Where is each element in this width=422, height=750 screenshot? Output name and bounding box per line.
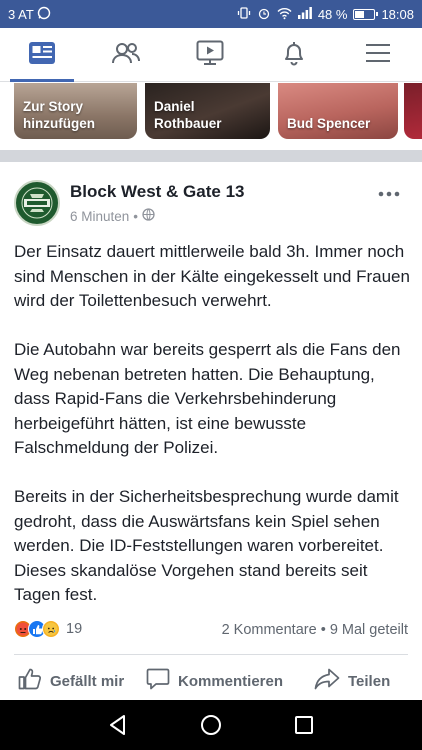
stories-row: Zur Story hinzufügen Daniel Rothbauer Bu… bbox=[0, 83, 422, 141]
avatar[interactable] bbox=[14, 180, 60, 226]
comment-label: Kommentieren bbox=[178, 672, 284, 690]
sad-reaction-icon bbox=[42, 620, 60, 638]
thumbs-up-icon bbox=[18, 668, 42, 694]
recents-button[interactable] bbox=[292, 713, 316, 737]
globe-icon bbox=[142, 208, 155, 224]
post-body: Der Einsatz dauert mittlerweile bald 3h.… bbox=[14, 240, 410, 632]
like-label: Gefällt mir bbox=[50, 672, 125, 690]
bell-icon bbox=[281, 40, 307, 71]
post-actions: Gefällt mir Kommentieren Teilen bbox=[0, 662, 422, 700]
hamburger-menu-icon bbox=[365, 43, 391, 68]
top-tab-bar bbox=[0, 28, 422, 82]
comment-button[interactable]: Kommentieren bbox=[146, 662, 283, 700]
vibrate-icon bbox=[237, 6, 251, 23]
battery-percent: 48 % bbox=[317, 7, 348, 22]
share-label: Teilen bbox=[348, 672, 391, 690]
home-button[interactable] bbox=[199, 713, 223, 737]
tab-watch[interactable] bbox=[168, 28, 252, 82]
post-stats: 2 Kommentare • 9 Mal geteilt bbox=[222, 622, 408, 638]
story-label-line1: Bud Spencer bbox=[287, 116, 371, 131]
back-button[interactable] bbox=[106, 713, 130, 737]
story-partial[interactable] bbox=[404, 83, 422, 139]
post-meta: 6 Minuten • bbox=[70, 208, 155, 224]
tab-friends[interactable] bbox=[84, 28, 168, 82]
post-paragraph: Die Autobahn war bereits gesperrt als di… bbox=[14, 340, 401, 457]
tab-news-feed[interactable] bbox=[0, 28, 84, 82]
story-daniel-rothbauer[interactable]: Daniel Rothbauer bbox=[145, 83, 270, 139]
whatsapp-icon bbox=[37, 6, 51, 23]
comment-icon bbox=[146, 668, 170, 694]
story-label-line2: Rothbauer bbox=[154, 116, 222, 131]
shares-count[interactable]: 9 Mal geteilt bbox=[330, 622, 408, 638]
post-paragraph: Bereits in der Sicherheitsbesprechung wu… bbox=[14, 487, 399, 604]
story-label-line1: Daniel bbox=[154, 99, 195, 114]
share-arrow-icon bbox=[314, 668, 340, 694]
battery-icon bbox=[353, 9, 379, 20]
reaction-summary[interactable]: 19 bbox=[14, 620, 82, 638]
story-label-line1: Zur Story bbox=[23, 99, 84, 114]
share-button[interactable]: Teilen bbox=[314, 662, 390, 700]
video-icon bbox=[196, 40, 224, 71]
news-feed-icon bbox=[28, 41, 56, 70]
divider bbox=[14, 654, 408, 655]
more-options-icon[interactable] bbox=[378, 180, 400, 203]
story-label: Daniel Rothbauer bbox=[154, 98, 222, 132]
carrier-label: 3 AT bbox=[8, 7, 34, 22]
story-add[interactable]: Zur Story hinzufügen bbox=[14, 83, 137, 139]
reaction-count: 19 bbox=[66, 621, 83, 637]
post-time[interactable]: 6 Minuten bbox=[70, 209, 129, 224]
tab-menu[interactable] bbox=[336, 28, 420, 82]
story-label: Zur Story hinzufügen bbox=[23, 98, 95, 132]
status-bar: 3 AT 48 % 18:08 bbox=[0, 0, 422, 28]
clock: 18:08 bbox=[381, 7, 414, 22]
meta-separator: • bbox=[133, 208, 139, 224]
story-bud-spencer[interactable]: Bud Spencer bbox=[278, 83, 398, 139]
stats-separator: • bbox=[320, 622, 326, 638]
tab-notifications[interactable] bbox=[252, 28, 336, 82]
friends-icon bbox=[111, 41, 141, 70]
feed-separator bbox=[0, 150, 422, 162]
system-navigation-bar bbox=[0, 700, 422, 750]
feed-post: Block West & Gate 13 6 Minuten • Der Ein… bbox=[0, 162, 422, 700]
post-paragraph: Der Einsatz dauert mittlerweile bald 3h.… bbox=[14, 242, 410, 310]
comments-count[interactable]: 2 Kommentare bbox=[222, 622, 317, 638]
post-author[interactable]: Block West & Gate 13 bbox=[70, 182, 244, 202]
signal-icon bbox=[297, 7, 312, 22]
wifi-icon bbox=[277, 7, 292, 23]
story-label-line2: hinzufügen bbox=[23, 116, 95, 131]
story-label: Bud Spencer bbox=[287, 115, 370, 132]
like-button[interactable]: Gefällt mir bbox=[18, 662, 124, 700]
alarm-icon bbox=[257, 6, 271, 23]
